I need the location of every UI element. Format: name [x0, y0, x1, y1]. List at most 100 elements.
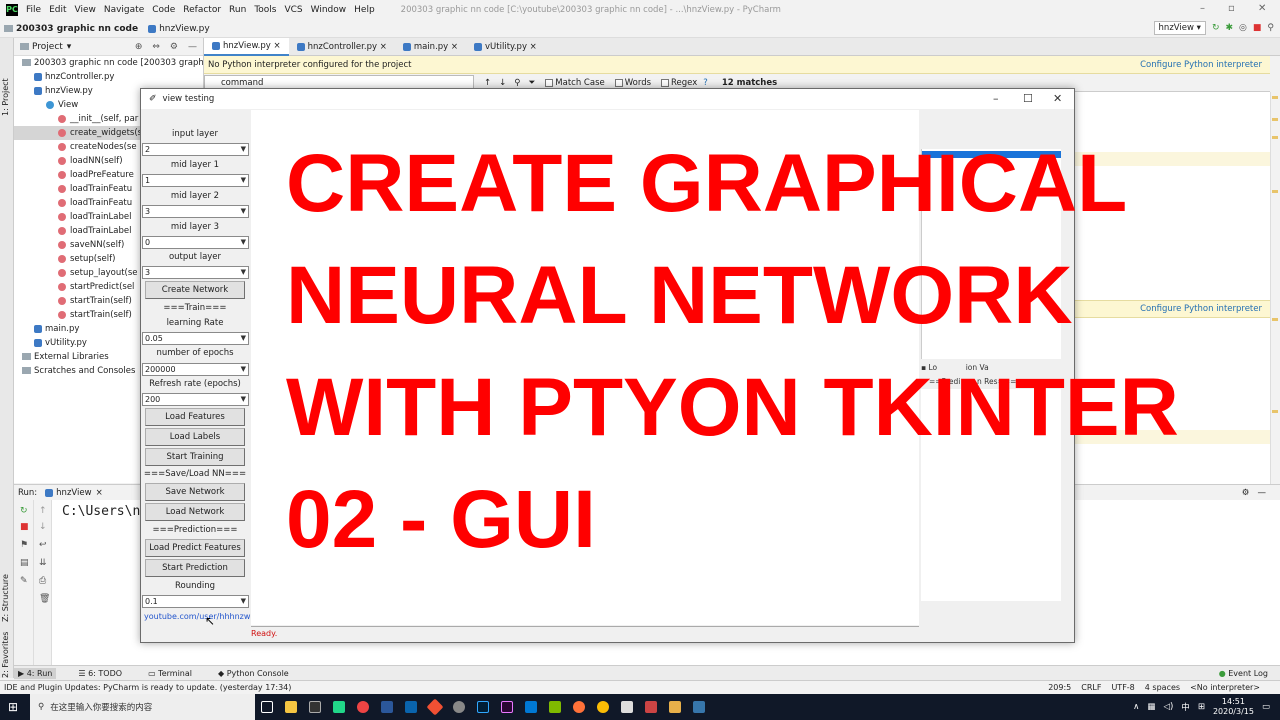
menu-vcs[interactable]: VCS — [284, 5, 302, 15]
hide-icon[interactable]: — — [188, 42, 197, 52]
filter-icon[interactable]: ⏷ — [528, 78, 535, 88]
menu-code[interactable]: Code — [152, 5, 175, 15]
tree-item[interactable]: 200303 graphic nn code [200303 graphi — [14, 56, 203, 70]
menu-file[interactable]: File — [26, 5, 41, 15]
mid-layer-1-combo[interactable]: 1 ▼ — [142, 174, 249, 187]
mid-layer-3-combo[interactable]: 0 ▼ — [142, 236, 249, 249]
chevron-down-icon[interactable]: ▼ — [241, 206, 246, 217]
pin-icon[interactable]: ⚑ — [20, 540, 28, 550]
editor-scrollbar[interactable] — [1270, 92, 1280, 484]
down-icon[interactable]: ↓ — [39, 522, 47, 532]
tk-maximize-icon[interactable]: ☐ — [1023, 92, 1033, 105]
gear-icon[interactable]: ⚙ — [170, 42, 178, 52]
menu-edit[interactable]: Edit — [49, 5, 66, 15]
network-icon[interactable]: ▦ — [1147, 702, 1155, 712]
taskbar-app-terminal[interactable] — [303, 694, 327, 720]
regex-help-link[interactable]: ? — [703, 78, 708, 88]
epochs-combo[interactable]: 200000 ▼ — [142, 363, 249, 376]
match-case-checkbox[interactable] — [545, 78, 554, 87]
tab-hnzcontroller[interactable]: hnzController.py × — [289, 38, 395, 56]
next-match-icon[interactable]: ↓ — [499, 78, 506, 88]
chevron-down-icon[interactable]: ▼ — [241, 333, 246, 344]
taskbar-app-paint[interactable] — [639, 694, 663, 720]
favorites-tool-tab[interactable]: 2: Favorites — [1, 632, 10, 678]
rounding-combo[interactable]: 0.1 ▼ — [142, 595, 249, 608]
stop-icon[interactable]: ■ — [20, 522, 29, 532]
line-separator[interactable]: CRLF — [1081, 683, 1101, 692]
tk-minimize-icon[interactable]: – — [993, 92, 999, 105]
taskbar-app-photoshop[interactable] — [471, 694, 495, 720]
taskbar-app-python[interactable] — [687, 694, 711, 720]
soft-wrap-icon[interactable]: ↩ — [39, 540, 47, 550]
maximize-icon[interactable]: ▫ — [1228, 3, 1235, 14]
taskbar-app-task-view[interactable] — [255, 694, 279, 720]
save-network-button[interactable]: Save Network — [145, 483, 245, 501]
rerun-icon[interactable]: ↻ — [1212, 23, 1220, 33]
chevron-down-icon[interactable]: ▼ — [241, 364, 246, 375]
tab-hnzview[interactable]: hnzView.py × — [204, 37, 289, 56]
status-message[interactable]: IDE and Plugin Updates: PyCharm is ready… — [4, 683, 291, 692]
up-icon[interactable]: ↑ — [39, 506, 47, 516]
learning-rate-combo[interactable]: 0.05 ▼ — [142, 332, 249, 345]
chevron-down-icon[interactable]: ▼ — [241, 237, 246, 248]
chevron-down-icon[interactable]: ▾ — [67, 42, 72, 52]
search-everywhere-icon[interactable]: ⚲ — [1267, 23, 1274, 33]
indent-setting[interactable]: 4 spaces — [1145, 683, 1180, 692]
youtube-link[interactable]: youtube.com/user/hhhnzw — [144, 612, 250, 621]
tab-todo[interactable]: ☰ 6: TODO — [74, 668, 126, 679]
refresh-rate-combo[interactable]: 200 ▼ — [142, 393, 249, 406]
menu-window[interactable]: Window — [311, 5, 347, 15]
notifications-icon[interactable]: ▭ — [1262, 702, 1270, 712]
chevron-down-icon[interactable]: ▼ — [241, 144, 246, 155]
taskbar-app-vscode[interactable] — [519, 694, 543, 720]
taskbar-app-firefox[interactable] — [567, 694, 591, 720]
tab-main[interactable]: main.py × — [395, 38, 466, 56]
tk-close-icon[interactable]: ✕ — [1053, 92, 1062, 105]
tab-terminal[interactable]: ▭ Terminal — [144, 668, 196, 679]
tab-run[interactable]: ▶ 4: Run — [14, 667, 57, 679]
taskbar-app-outlook[interactable] — [399, 694, 423, 720]
menu-navigate[interactable]: Navigate — [104, 5, 144, 15]
start-training-button[interactable]: Start Training — [145, 448, 245, 466]
create-network-button[interactable]: Create Network — [145, 281, 245, 299]
regex-option[interactable]: Regex? — [661, 78, 708, 88]
menu-refactor[interactable]: Refactor — [183, 5, 221, 15]
configure-interpreter-link[interactable]: Configure Python interpreter — [1140, 60, 1262, 70]
project-panel-title[interactable]: Project — [32, 42, 63, 52]
scroll-end-icon[interactable]: ⇊ — [39, 558, 47, 568]
stop-icon[interactable]: ■ — [1253, 23, 1262, 33]
start-prediction-button[interactable]: Start Prediction — [145, 559, 245, 577]
taskbar-app-git[interactable] — [423, 694, 447, 720]
prev-match-icon[interactable]: ↑ — [484, 78, 491, 88]
mid-layer-2-combo[interactable]: 3 ▼ — [142, 205, 249, 218]
chevron-down-icon[interactable]: ▼ — [241, 596, 246, 607]
rerun-icon[interactable]: ↻ — [20, 506, 28, 516]
load-labels-button[interactable]: Load Labels — [145, 428, 245, 446]
breadcrumb-project[interactable]: 200303 graphic nn code — [16, 24, 138, 34]
taskbar-app-media[interactable] — [447, 694, 471, 720]
layout-icon[interactable]: ▤ — [20, 558, 29, 568]
load-predict-features-button[interactable]: Load Predict Features — [145, 539, 245, 557]
file-encoding[interactable]: UTF-8 — [1111, 683, 1134, 692]
debug-icon[interactable]: ✱ — [1225, 23, 1233, 33]
tab-vutility[interactable]: vUtility.py × — [466, 38, 545, 56]
regex-checkbox[interactable] — [661, 78, 670, 87]
print-icon[interactable]: ⎙ — [39, 576, 47, 586]
taskbar-app-chrome[interactable] — [351, 694, 375, 720]
close-run-tab-icon[interactable]: × — [96, 488, 103, 498]
taskbar-search[interactable]: ⚲ 在这里输入你要搜索的内容 — [30, 694, 255, 720]
structure-tool-tab[interactable]: Z: Structure — [1, 574, 10, 622]
minimize-icon[interactable]: – — [1200, 3, 1205, 14]
output-layer-combo[interactable]: 3 ▼ — [142, 266, 249, 279]
ime-indicator[interactable]: 中 — [1181, 701, 1190, 713]
coverage-icon[interactable]: ◎ — [1239, 23, 1247, 33]
volume-icon[interactable]: ◁) — [1163, 702, 1173, 712]
project-tool-tab[interactable]: 1: Project — [1, 78, 10, 116]
pin-tab-icon[interactable]: ✎ — [20, 576, 28, 586]
chevron-down-icon[interactable]: ▼ — [241, 175, 246, 186]
windows-start-icon[interactable]: ⊞ — [0, 700, 26, 714]
find-all-icon[interactable]: ⚲ — [514, 78, 520, 88]
interpreter-status[interactable]: <No interpreter> — [1190, 683, 1260, 692]
taskbar-app-mail[interactable] — [615, 694, 639, 720]
ime-mode-icon[interactable]: ⊞ — [1198, 702, 1205, 712]
